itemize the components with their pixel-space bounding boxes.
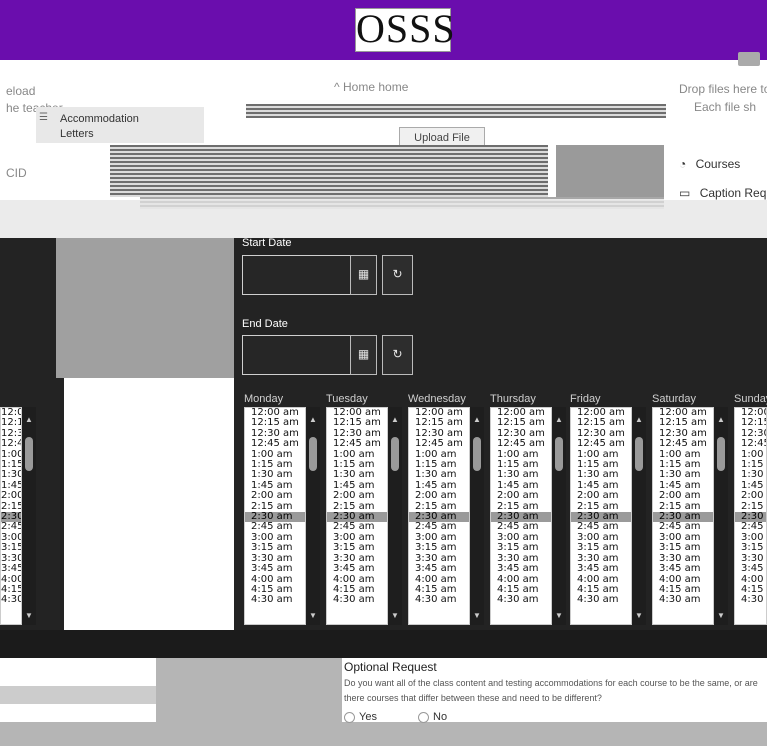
scroll-up-icon[interactable]: ▲: [306, 415, 320, 424]
scrollbar[interactable]: ▲ ▼: [714, 407, 728, 625]
day-header-sunday: Sunday: [734, 393, 767, 405]
time-list-tuesday[interactable]: 12:00 am 12:15 am 12:30 am 12:45 am 1:00 am 1…: [326, 407, 388, 625]
reset-icon[interactable]: ↻: [382, 255, 413, 295]
scrollbar[interactable]: ▲ ▼: [552, 407, 566, 625]
time-option[interactable]: 3:45 am: [491, 563, 551, 574]
overlay-band: [0, 200, 767, 240]
sidebar-item-caption[interactable]: ▭ Caption Requ: [679, 186, 767, 200]
left-gray-panel: [56, 238, 234, 378]
scroll-down-icon[interactable]: ▼: [22, 611, 36, 620]
corner-menu-button[interactable]: [738, 52, 760, 66]
scrollbar[interactable]: ▲ ▼: [306, 407, 320, 625]
scroll-thumb[interactable]: [391, 437, 399, 471]
scroll-up-icon[interactable]: ▲: [632, 415, 646, 424]
list-footer-band: [0, 630, 767, 658]
day-header-tuesday: Tuesday: [326, 393, 368, 405]
gray-block-bottom: [156, 658, 342, 722]
day-header-thursday: Thursday: [490, 393, 536, 405]
time-option[interactable]: 4:30 am: [245, 594, 305, 605]
row-band: [246, 104, 666, 118]
osss-logo: OSSS: [355, 6, 456, 52]
scroll-thumb[interactable]: [717, 437, 725, 471]
time-list-friday[interactable]: 12:00 am 12:15 am 12:30 am 12:45 am 1:00 am 1…: [570, 407, 632, 625]
day-header-wednesday: Wednesday: [408, 393, 466, 405]
chevron-up-icon: ^: [334, 80, 340, 94]
scrollbar[interactable]: ▲ ▼: [632, 407, 646, 625]
time-option[interactable]: 4:30 am: [735, 594, 766, 605]
reset-icon[interactable]: ↻: [382, 335, 413, 375]
time-option[interactable]: 4:30 am: [491, 594, 551, 605]
scroll-down-icon[interactable]: ▼: [306, 611, 320, 620]
radio-circle-icon[interactable]: [344, 712, 355, 723]
loading-band: [110, 145, 548, 197]
grey-block: [556, 145, 664, 197]
scroll-up-icon[interactable]: ▲: [552, 415, 566, 424]
scroll-down-icon[interactable]: ▼: [552, 611, 566, 620]
time-list-monday[interactable]: 12:00 am 12:15 am 12:30 am 12:45 am 1:00 am 1…: [244, 407, 306, 625]
time-option[interactable]: 3:45 am: [327, 563, 387, 574]
left-mid-text: CID: [6, 166, 27, 180]
day-header-friday: Friday: [570, 393, 601, 405]
scroll-up-icon[interactable]: ▲: [714, 415, 728, 424]
scrollbar[interactable]: ▲ ▼: [470, 407, 484, 625]
time-list-saturday[interactable]: 12:00 am 12:15 am 12:30 am 12:45 am 1:00 am 1…: [652, 407, 714, 625]
time-option[interactable]: 3:45 am: [571, 563, 631, 574]
left-top-text: eload: [6, 84, 36, 98]
bottom-gray-band: [0, 722, 767, 746]
start-date-label: Start Date: [242, 237, 292, 249]
radio-circle-icon[interactable]: [418, 712, 429, 723]
time-option[interactable]: 4:30 am: [1, 594, 21, 605]
drop-text: Drop files here to: [679, 82, 767, 96]
time-option[interactable]: 3:45 am: [653, 563, 713, 574]
time-list-thursday[interactable]: 12:00 am 12:15 am 12:30 am 12:45 am 1:00 am 1…: [490, 407, 552, 625]
scroll-thumb[interactable]: [635, 437, 643, 471]
scroll-up-icon[interactable]: ▲: [470, 415, 484, 424]
doc-icon: ▭: [679, 186, 691, 200]
time-option[interactable]: 4:30 am: [327, 594, 387, 605]
time-option[interactable]: 4:30 am: [409, 594, 469, 605]
scrollbar[interactable]: ▲ ▼: [388, 407, 402, 625]
time-option[interactable]: 3:45 am: [409, 563, 469, 574]
day-header-saturday: Saturday: [652, 393, 697, 405]
scroll-down-icon[interactable]: ▼: [470, 611, 484, 620]
time-option[interactable]: 3:45 am: [735, 563, 766, 574]
calendar-icon[interactable]: ▦: [350, 335, 377, 375]
scroll-down-icon[interactable]: ▼: [632, 611, 646, 620]
time-option[interactable]: 4:30 am: [653, 594, 713, 605]
scroll-down-icon[interactable]: ▼: [388, 611, 402, 620]
time-option[interactable]: 3:45 am: [245, 563, 305, 574]
sidebar-item-courses[interactable]: ◔ Courses: [679, 157, 740, 171]
gray-strip: [0, 686, 156, 704]
time-option[interactable]: 3:45 am: [1, 563, 21, 574]
scroll-down-icon[interactable]: ▼: [714, 611, 728, 620]
list-icon: ☰: [39, 112, 48, 123]
scroll-thumb[interactable]: [309, 437, 317, 471]
scrollbar[interactable]: ▲ ▼: [22, 407, 36, 625]
calendar-icon[interactable]: ▦: [350, 255, 377, 295]
question-title: Optional Request: [344, 660, 437, 674]
question-description: Do you want all of the class content and…: [344, 678, 758, 703]
time-option[interactable]: 4:30 am: [571, 594, 631, 605]
scroll-thumb[interactable]: [25, 437, 33, 471]
scroll-up-icon[interactable]: ▲: [388, 415, 402, 424]
day-header-monday: Monday: [244, 393, 284, 405]
home-link[interactable]: ^ Home home: [334, 80, 408, 94]
end-date-label: End Date: [242, 318, 288, 330]
time-list-sunday[interactable]: 12:00 am12:15 am12:30 am12:45 am1:00 am1…: [734, 407, 767, 625]
scroll-up-icon[interactable]: ▲: [22, 415, 36, 424]
menu-item-accommodation-letters[interactable]: ☰ Accommodation Letters: [36, 107, 204, 143]
scroll-thumb[interactable]: [555, 437, 563, 471]
time-list-partial[interactable]: 12:00 am12:15 am12:30 am12:45 am1:00 am1…: [0, 407, 22, 625]
left-white-panel: [64, 378, 234, 660]
time-list-wednesday[interactable]: 12:00 am 12:15 am 12:30 am 12:45 am 1:00 am 1…: [408, 407, 470, 625]
each-file-text: Each file sh: [694, 100, 757, 114]
apple-icon: ◔: [679, 157, 687, 171]
scroll-thumb[interactable]: [473, 437, 481, 471]
